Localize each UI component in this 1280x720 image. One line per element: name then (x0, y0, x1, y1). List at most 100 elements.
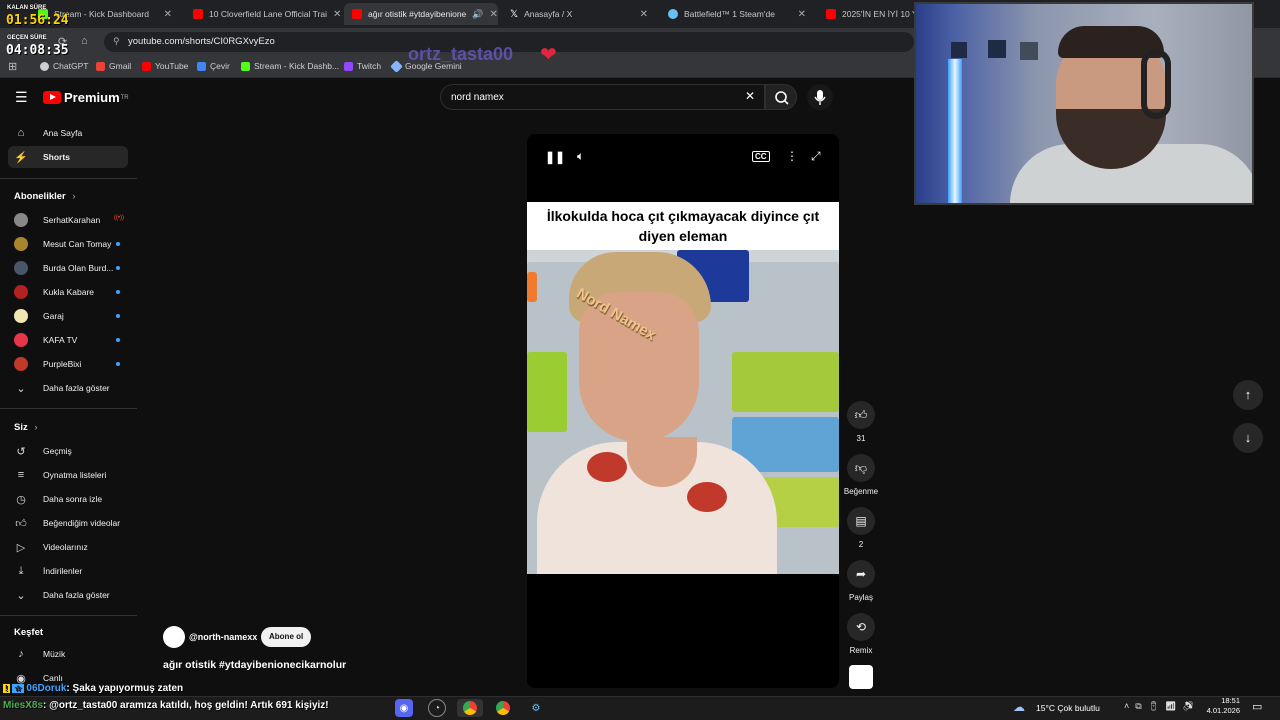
new-content-dot (116, 314, 120, 318)
channel-handle[interactable]: @north-namexx (189, 632, 257, 642)
sidebar-item-history[interactable]: ↺ Geçmiş (8, 440, 128, 462)
video-shelf-products (527, 352, 567, 432)
weather-text[interactable]: 15°C Çok bulutlu (1036, 703, 1100, 713)
bookmark-kick[interactable]: Stream - Kick Dashb... (241, 61, 339, 71)
subscription-mesut-can-tomay[interactable]: Mesut Can Tomay (8, 233, 128, 255)
bookmark-translate[interactable]: Çevir (197, 61, 230, 71)
home-icon[interactable]: ⌂ (81, 35, 88, 47)
more-vertical-icon[interactable]: ⋮ (786, 149, 798, 163)
sidebar-item-liked-videos[interactable]: 👍︎ Beğendiğim videolar (8, 512, 128, 534)
youtube-icon (826, 9, 836, 19)
avatar (14, 261, 28, 275)
close-icon[interactable]: ✕ (640, 9, 648, 20)
video-shirt-pattern (587, 452, 627, 482)
channel-avatar[interactable] (163, 626, 185, 648)
subscription-kafa-tv[interactable]: KAFA TV (8, 329, 128, 351)
volume-icon[interactable]: 🔈︎ (577, 149, 584, 164)
tab-current-short[interactable]: ağır otistik #ytdayibenione 🔊 ✕ (344, 3, 498, 25)
sidebar-item-shorts[interactable]: ⚡ Shorts (8, 146, 128, 168)
tab-battlefield[interactable]: Battlefield™ 1 Steam'de ✕ (660, 3, 814, 25)
bookmark-chatgpt[interactable]: ChatGPT (40, 61, 88, 71)
search-button[interactable] (765, 84, 797, 110)
fullscreen-icon[interactable]: ⤢ (811, 149, 821, 164)
show-more-subscriptions[interactable]: ⌄ Daha fazla göster (8, 377, 128, 399)
close-icon[interactable]: ✕ (333, 9, 340, 20)
apps-grid-icon[interactable]: ⊞ (8, 60, 17, 73)
subscriptions-header[interactable]: Abonelikler › (14, 191, 76, 202)
divider (0, 178, 137, 179)
show-more-you[interactable]: ⌄ Daha fazla göster (8, 584, 128, 606)
chrome-profile-taskbar-button[interactable] (494, 699, 512, 717)
menu-icon[interactable]: ☰ (15, 89, 28, 106)
subscription-kukla-kabare[interactable]: Kukla Kabare (8, 281, 128, 303)
steam-icon[interactable]: ⚙ (527, 699, 545, 717)
video-caption: İlkokulda hoca çıt çıkmayacak diyince çı… (527, 202, 839, 250)
search-input[interactable]: nord namex (440, 84, 765, 110)
subscription-garaj[interactable]: Garaj (8, 305, 128, 327)
close-icon[interactable]: ✕ (798, 9, 806, 20)
bookmark-gmail[interactable]: Gmail (96, 61, 131, 71)
sidebar-item-playlists[interactable]: ≡ Oynatma listeleri (8, 464, 128, 486)
sidebar-label: Beğendiğim videolar (43, 518, 121, 528)
obs-icon[interactable]: ◔ (428, 699, 446, 717)
captions-icon[interactable]: CC (752, 151, 770, 162)
video-logo-edge (527, 272, 537, 302)
subscription-purplebixi[interactable]: PurpleBixi (8, 353, 128, 375)
close-icon[interactable]: ✕ (490, 9, 498, 20)
sidebar-item-home[interactable]: ⌂ Ana Sayfa (8, 122, 128, 144)
webcam-led-light (948, 59, 962, 203)
chrome-taskbar-button[interactable] (457, 699, 483, 717)
you-header[interactable]: Siz › (14, 422, 38, 433)
bookmark-label: Twitch (357, 61, 382, 71)
bookmark-youtube[interactable]: YouTube (142, 61, 188, 71)
speaker-icon[interactable]: 🔊 (472, 9, 483, 20)
notification-icon[interactable]: ▭ (1252, 700, 1262, 713)
subscription-serhatkarahan[interactable]: SerhatKarahan ((•)) (8, 209, 128, 231)
tab-x-home[interactable]: 𝕏 Anasayfa / X ✕ (502, 3, 656, 25)
sidebar-label: Daha fazla göster (43, 590, 110, 600)
tab-title: Battlefield™ 1 Steam'de (684, 9, 775, 19)
sidebar-label: Oynatma listeleri (43, 470, 107, 480)
sidebar-item-your-videos[interactable]: ▷ Videolarınız (8, 536, 128, 558)
sidebar-label: Geçmiş (43, 446, 72, 456)
dislike-button[interactable]: 👎︎ Beğenme (841, 454, 881, 496)
subscribe-button[interactable]: Abone ol (261, 627, 312, 647)
pause-icon[interactable]: ❚❚ (545, 150, 565, 164)
sidebar-item-music[interactable]: ♪ Müzik (8, 643, 128, 665)
download-icon: ⤓ (18, 564, 24, 577)
webcam-frame (1020, 42, 1038, 60)
video-frame[interactable]: İlkokulda hoca çıt çıkmayacak diyince çı… (527, 202, 839, 574)
system-tray-icons[interactable]: ˄⧉🔋︎📶︎🔊︎ (1124, 701, 1200, 712)
divider (0, 408, 137, 409)
bookmark-label: Stream - Kick Dashb... (254, 61, 340, 71)
tab-top-10[interactable]: 2025'İN EN İYİ 10 YER (818, 3, 914, 25)
voice-search-button[interactable] (807, 84, 833, 110)
remaining-time: 01:56:24 (6, 13, 69, 28)
shorts-icon: ⚡ (14, 151, 28, 164)
previous-short-button[interactable]: ↑ (1233, 380, 1263, 410)
sound-thumbnail[interactable] (849, 665, 873, 689)
subscription-burda-olan[interactable]: Burda Olan Burd... (8, 257, 128, 279)
youtube-premium-logo[interactable]: Premium TR (43, 90, 129, 105)
steam-icon (668, 9, 678, 19)
clock-icon: ◷ (16, 493, 26, 506)
country-code: TR (120, 94, 129, 101)
chat-text: : @ortz_tasta00 aramıza katıldı, hoş gel… (43, 700, 329, 711)
chat-username: MiesX8s (3, 700, 44, 711)
site-info-icon[interactable]: ⚲ (113, 36, 120, 47)
sidebar-item-watch-later[interactable]: ◷ Daha sonra izle (8, 488, 128, 510)
next-short-button[interactable]: ↓ (1233, 423, 1263, 453)
clear-search-icon[interactable]: ✕ (745, 89, 755, 103)
video-person-face (579, 292, 699, 442)
discord-icon[interactable]: ◉ (395, 699, 413, 717)
clock[interactable]: 18:51 4.01.2026 (1200, 696, 1240, 716)
remix-button[interactable]: ⟲ Remix (841, 613, 881, 655)
share-button[interactable]: ➦ Paylaş (841, 560, 881, 602)
bookmark-twitch[interactable]: Twitch (344, 61, 381, 71)
tab-cloverfield[interactable]: 10 Cloverfield Lane Official Trai ✕ (185, 3, 340, 25)
webcam-overlay (914, 2, 1254, 205)
close-icon[interactable]: ✕ (164, 9, 172, 20)
sidebar-item-downloads[interactable]: ⤓ İndirilenler (8, 560, 128, 582)
like-button[interactable]: 👍︎ 31 (841, 401, 881, 443)
comments-button[interactable]: ▤ 2 (841, 507, 881, 549)
